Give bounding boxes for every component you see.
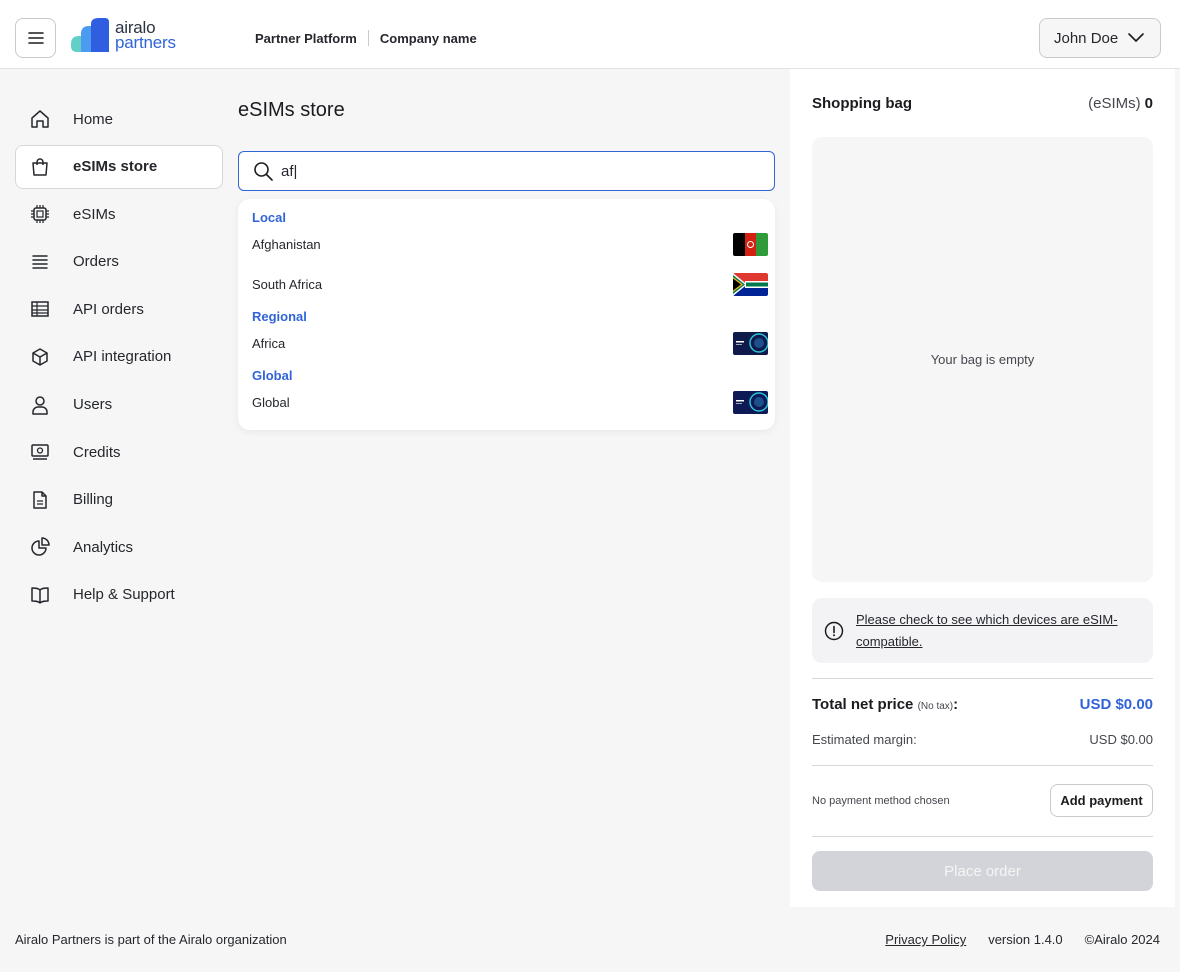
divider [812,678,1153,679]
group-label-local: Local [252,210,286,225]
sidebar-item-label: eSIMs store [73,158,158,176]
sidebar-item-api-integration[interactable]: API integration [15,335,223,379]
bag-empty-message: Your bag is empty [930,351,1035,367]
sidebar-item-label: eSIMs [73,205,116,223]
sidebar-item-label: API orders [73,300,144,318]
total-net-price-value: USD $0.00 [1079,696,1153,713]
sidebar-item-label: Credits [73,443,121,461]
chip-icon [29,203,51,225]
sidebar-item-label: Orders [73,253,119,271]
footer-organization-text: Airalo Partners is part of the Airalo or… [15,932,287,947]
user-name: John Doe [1054,29,1119,47]
page-title: eSIMs store [238,99,345,121]
bag-title: Shopping bag [812,95,912,112]
sidebar-item-label: Billing [73,491,114,509]
logo-text-partners: partners [115,33,176,52]
user-menu-button[interactable]: John Doe [1039,18,1161,58]
group-label-global: Global [252,368,293,383]
bag-count-label: (eSIMs) [1088,95,1141,112]
sidebar-nav: Home eSIMs store eSIMs Orders API orders… [15,97,223,621]
bag-empty-area: Your bag is empty [812,137,1153,582]
bag-count-value: 0 [1144,95,1153,112]
copyright-text: ©Airalo 2024 [1084,932,1160,947]
cube-icon [29,346,51,368]
search-icon [254,162,273,181]
afghanistan-flag-icon [733,232,768,256]
sidebar-item-label: Home [73,110,114,128]
sidebar-item-label: Help & Support [73,586,175,604]
footer-links: Privacy Policy version 1.4.0 ©Airalo 202… [885,932,1160,947]
table-icon [29,298,51,320]
menu-icon [27,32,44,44]
sidebar-item-label: Users [73,396,113,414]
header-divider [367,30,369,46]
pie-chart-icon [29,536,51,558]
book-icon [29,584,51,606]
result-label: South Africa [252,276,323,292]
payment-status: No payment method chosen [812,795,950,807]
search-results-dropdown: Local Afghanistan South Africa Regional … [238,199,775,430]
airalo-partners-logo[interactable]: airalo partners [69,18,176,52]
estimated-margin-label: Estimated margin: [812,732,917,747]
result-label: Global [252,394,290,410]
sidebar-item-orders[interactable]: Orders [15,240,223,284]
divider [812,836,1153,837]
logo-mark-icon [71,18,109,52]
platform-name: Partner Platform [255,30,357,46]
sidebar-item-analytics[interactable]: Analytics [15,525,223,569]
privacy-policy-link[interactable]: Privacy Policy [885,932,966,947]
sidebar-item-api-orders[interactable]: API orders [15,287,223,331]
sidebar-item-label: API integration [73,348,172,366]
sidebar-item-credits[interactable]: Credits [15,430,223,474]
bag-count: (eSIMs) 0 [1088,95,1153,112]
south-africa-flag-icon [733,272,768,296]
sidebar-item-help-support[interactable]: Help & Support [15,573,223,617]
shopping-bag-icon [29,156,51,178]
total-tax-note: (No tax) [917,701,954,712]
result-label: Afghanistan [252,236,321,252]
global-esim-card-icon [733,390,768,414]
sidebar-item-billing[interactable]: Billing [15,478,223,522]
top-header: airalo partners Partner Platform Company… [0,0,1180,69]
search-box[interactable] [238,151,775,191]
search-input[interactable] [281,162,731,180]
version-text: version 1.4.0 [988,932,1063,947]
estimated-margin-value: USD $0.00 [1089,732,1153,747]
total-net-price-label: Total net price (No tax): [812,696,959,713]
user-icon [29,394,51,416]
hamburger-menu-button[interactable] [15,18,56,58]
sidebar-item-users[interactable]: Users [15,383,223,427]
result-label: Africa [252,335,286,351]
result-item-afghanistan[interactable]: Afghanistan [252,232,768,256]
group-label-regional: Regional [252,309,307,324]
cash-icon [29,441,51,463]
sidebar-item-esims-store[interactable]: eSIMs store [15,144,223,189]
compatibility-notice: Please check to see which devices are eS… [812,598,1153,663]
company-name: Company name [379,30,477,46]
home-icon [29,108,51,130]
total-label-text: Total net price [812,696,914,713]
place-order-button[interactable]: Place order [812,851,1153,891]
result-item-south-africa[interactable]: South Africa [252,272,768,296]
result-item-global[interactable]: Global [252,390,768,414]
regional-esim-card-icon [733,331,768,355]
chevron-down-icon [1128,33,1145,42]
sidebar-item-home[interactable]: Home [15,97,223,141]
add-payment-button[interactable]: Add payment [1050,784,1153,817]
sidebar-item-esims[interactable]: eSIMs [15,192,223,236]
device-compatibility-link[interactable]: Please check to see which devices are eS… [856,609,1126,653]
info-icon [824,621,844,640]
orders-icon [29,251,51,273]
result-item-africa[interactable]: Africa [252,331,768,355]
shopping-bag-panel: Shopping bag (eSIMs) 0 Your bag is empty … [790,69,1175,907]
sidebar-item-label: Analytics [73,538,134,556]
divider [812,765,1153,766]
document-icon [29,489,51,511]
